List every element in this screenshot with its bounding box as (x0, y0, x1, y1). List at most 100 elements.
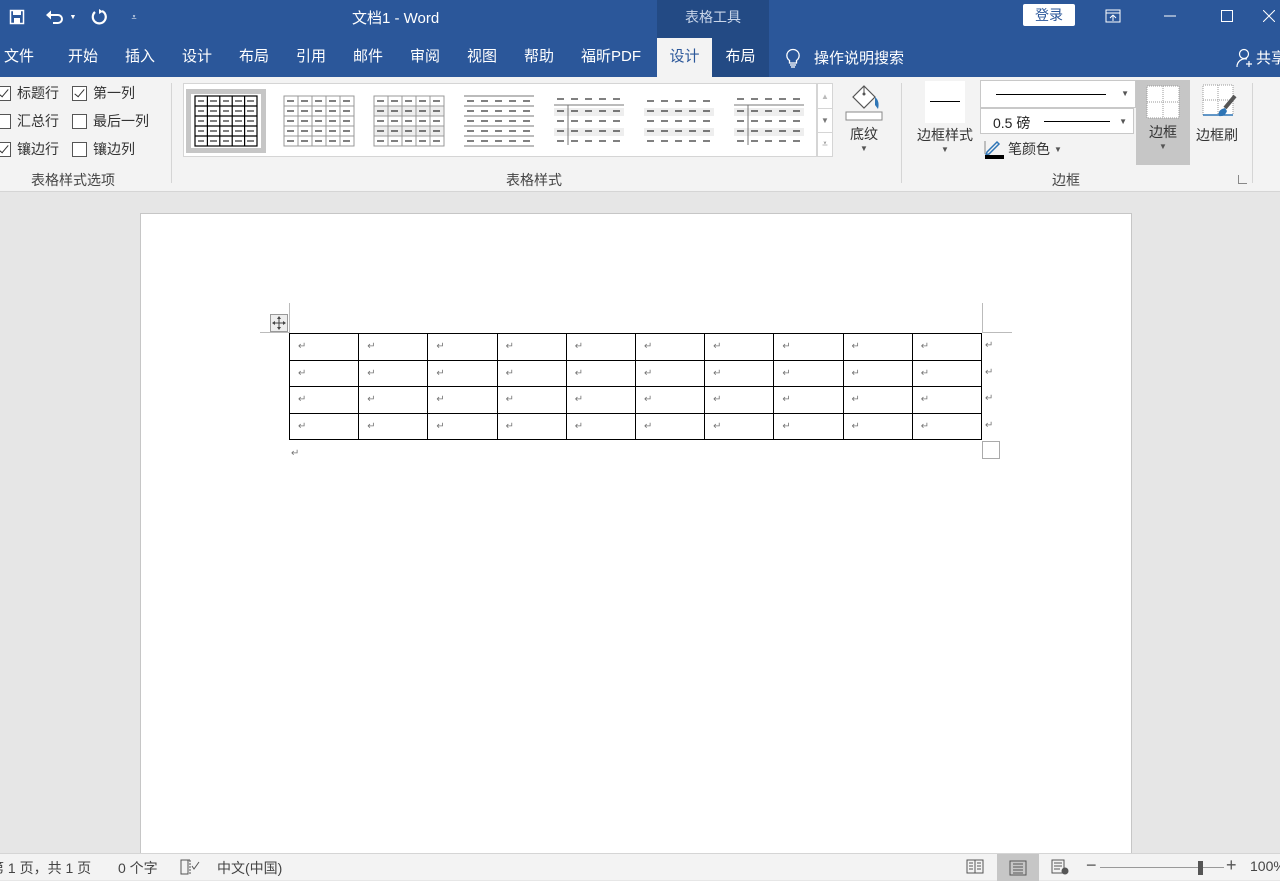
table-cell[interactable]: ↵ (358, 386, 429, 414)
table-cell[interactable]: ↵ (634, 333, 706, 361)
login-button[interactable]: 登录 (1023, 4, 1075, 26)
table-cell[interactable]: ↵ (427, 412, 498, 440)
zoom-out-button[interactable]: − (1086, 855, 1097, 876)
tab-view[interactable]: 视图 (457, 38, 507, 77)
tab-insert[interactable]: 插入 (115, 38, 165, 77)
save-button[interactable] (4, 0, 30, 34)
table-style-option[interactable] (456, 89, 536, 153)
gallery-scroll-up-button[interactable]: ▲ (817, 83, 833, 109)
table-style-option[interactable] (366, 89, 446, 153)
zoom-level[interactable]: 100% (1250, 858, 1280, 874)
redo-button[interactable] (88, 0, 110, 34)
tab-mailings[interactable]: 邮件 (343, 38, 393, 77)
table-cell[interactable]: ↵ (496, 412, 567, 440)
table-cell[interactable]: ↵ (773, 386, 844, 414)
table-cell[interactable]: ↵ (704, 333, 775, 361)
ribbon-display-options-button[interactable] (1090, 0, 1136, 32)
table-style-option[interactable] (636, 89, 716, 153)
table-cell[interactable]: ↵ (427, 333, 498, 361)
line-style-dropdown[interactable]: ▼ (980, 80, 1136, 108)
table-cell[interactable]: ↵ (288, 359, 360, 387)
zoom-slider-track[interactable] (1100, 867, 1224, 868)
pen-color-button[interactable]: 笔颜色 ▼ (984, 138, 1062, 160)
undo-button[interactable] (42, 0, 68, 34)
print-layout-button[interactable] (997, 854, 1039, 881)
shading-button[interactable]: 底纹 ▼ (840, 83, 888, 153)
table-cell[interactable]: ↵ (634, 359, 706, 387)
maximize-button[interactable] (1204, 0, 1250, 32)
tab-review[interactable]: 审阅 (400, 38, 450, 77)
table-cell[interactable]: ↵ (358, 412, 429, 440)
table-cell[interactable]: ↵ (911, 359, 982, 387)
tell-me-search[interactable]: 操作说明搜索 (784, 38, 904, 77)
tab-layout[interactable]: 布局 (229, 38, 279, 77)
banded-rows-checkbox[interactable]: 镶边行 (0, 139, 59, 159)
table-cell[interactable]: ↵ (842, 412, 913, 440)
table-cell[interactable]: ↵ (496, 386, 567, 414)
table-cell[interactable]: ↵ (565, 386, 636, 414)
gallery-more-button[interactable]: ⩡ (817, 132, 833, 157)
table-cell[interactable]: ↵ (288, 386, 360, 414)
table-cell[interactable]: ↵ (288, 412, 360, 440)
tab-table-layout[interactable]: 布局 (712, 38, 769, 77)
table-cell[interactable]: ↵ (358, 333, 429, 361)
table-style-option[interactable] (546, 89, 626, 153)
tab-table-design[interactable]: 设计 (657, 38, 712, 77)
table-style-option[interactable] (276, 89, 356, 153)
minimize-button[interactable] (1147, 0, 1193, 32)
customize-qat-icon[interactable]: ⩡ (126, 0, 142, 34)
table-cell[interactable]: ↵ (288, 333, 360, 361)
tab-foxit-pdf[interactable]: 福昕PDF (571, 38, 651, 77)
total-row-checkbox[interactable]: 汇总行 (0, 111, 59, 131)
banded-columns-checkbox[interactable]: 镶边列 (72, 139, 135, 159)
line-weight-dropdown[interactable]: 0.5 磅 ▼ (980, 108, 1134, 134)
undo-dropdown-icon[interactable]: ▼ (68, 0, 78, 34)
table-cell[interactable]: ↵ (704, 359, 775, 387)
language-indicator[interactable]: 中文(中国) (217, 858, 282, 878)
table-cell[interactable]: ↵ (565, 333, 636, 361)
read-mode-button[interactable] (966, 859, 984, 878)
table-style-option[interactable] (186, 89, 266, 153)
table-cell[interactable]: ↵ (565, 359, 636, 387)
table-cell[interactable]: ↵ (773, 359, 844, 387)
table-cell[interactable]: ↵ (842, 333, 913, 361)
zoom-in-button[interactable]: + (1226, 855, 1237, 876)
page-info[interactable]: 第 1 页，共 1 页 (0, 858, 91, 878)
table-cell[interactable]: ↵ (911, 412, 982, 440)
table-cell[interactable]: ↵ (911, 386, 982, 414)
table-cell[interactable]: ↵ (427, 386, 498, 414)
border-painter-button[interactable]: 边框刷 (1192, 80, 1242, 145)
last-column-checkbox[interactable]: 最后一列 (72, 111, 149, 131)
table-cell[interactable]: ↵ (634, 412, 706, 440)
table-cell[interactable]: ↵ (565, 412, 636, 440)
tab-help[interactable]: 帮助 (514, 38, 564, 77)
close-button[interactable] (1258, 0, 1280, 32)
tab-design[interactable]: 设计 (172, 38, 222, 77)
table-cell[interactable]: ↵ (496, 333, 567, 361)
table-cell[interactable]: ↵ (704, 386, 775, 414)
table-cell[interactable]: ↵ (842, 386, 913, 414)
table-cell[interactable]: ↵ (427, 359, 498, 387)
table-cell[interactable]: ↵ (773, 412, 844, 440)
first-column-checkbox[interactable]: 第一列 (72, 83, 135, 103)
table-resize-handle[interactable] (982, 441, 1000, 459)
table-style-option[interactable] (726, 89, 806, 153)
web-layout-button[interactable] (1051, 859, 1069, 878)
tab-references[interactable]: 引用 (286, 38, 336, 77)
table-cell[interactable]: ↵ (704, 412, 775, 440)
table-cell[interactable]: ↵ (773, 333, 844, 361)
border-styles-button[interactable]: 边框样式 ▼ (912, 81, 978, 154)
gallery-scroll-down-button[interactable]: ▼ (817, 108, 833, 133)
table-cell[interactable]: ↵ (496, 359, 567, 387)
table-cell[interactable]: ↵ (634, 386, 706, 414)
share-button[interactable]: 共享 (1236, 38, 1280, 77)
table-cell[interactable]: ↵ (358, 359, 429, 387)
proofing-button[interactable] (180, 859, 200, 878)
header-row-checkbox[interactable]: 标题行 (0, 83, 59, 103)
table-move-handle[interactable] (270, 314, 288, 332)
table-cell[interactable]: ↵ (842, 359, 913, 387)
tab-home[interactable]: 开始 (58, 38, 108, 77)
tab-file[interactable]: 文件 (0, 38, 44, 77)
zoom-slider-thumb[interactable] (1198, 861, 1203, 875)
borders-dialog-launcher[interactable] (1238, 175, 1247, 184)
